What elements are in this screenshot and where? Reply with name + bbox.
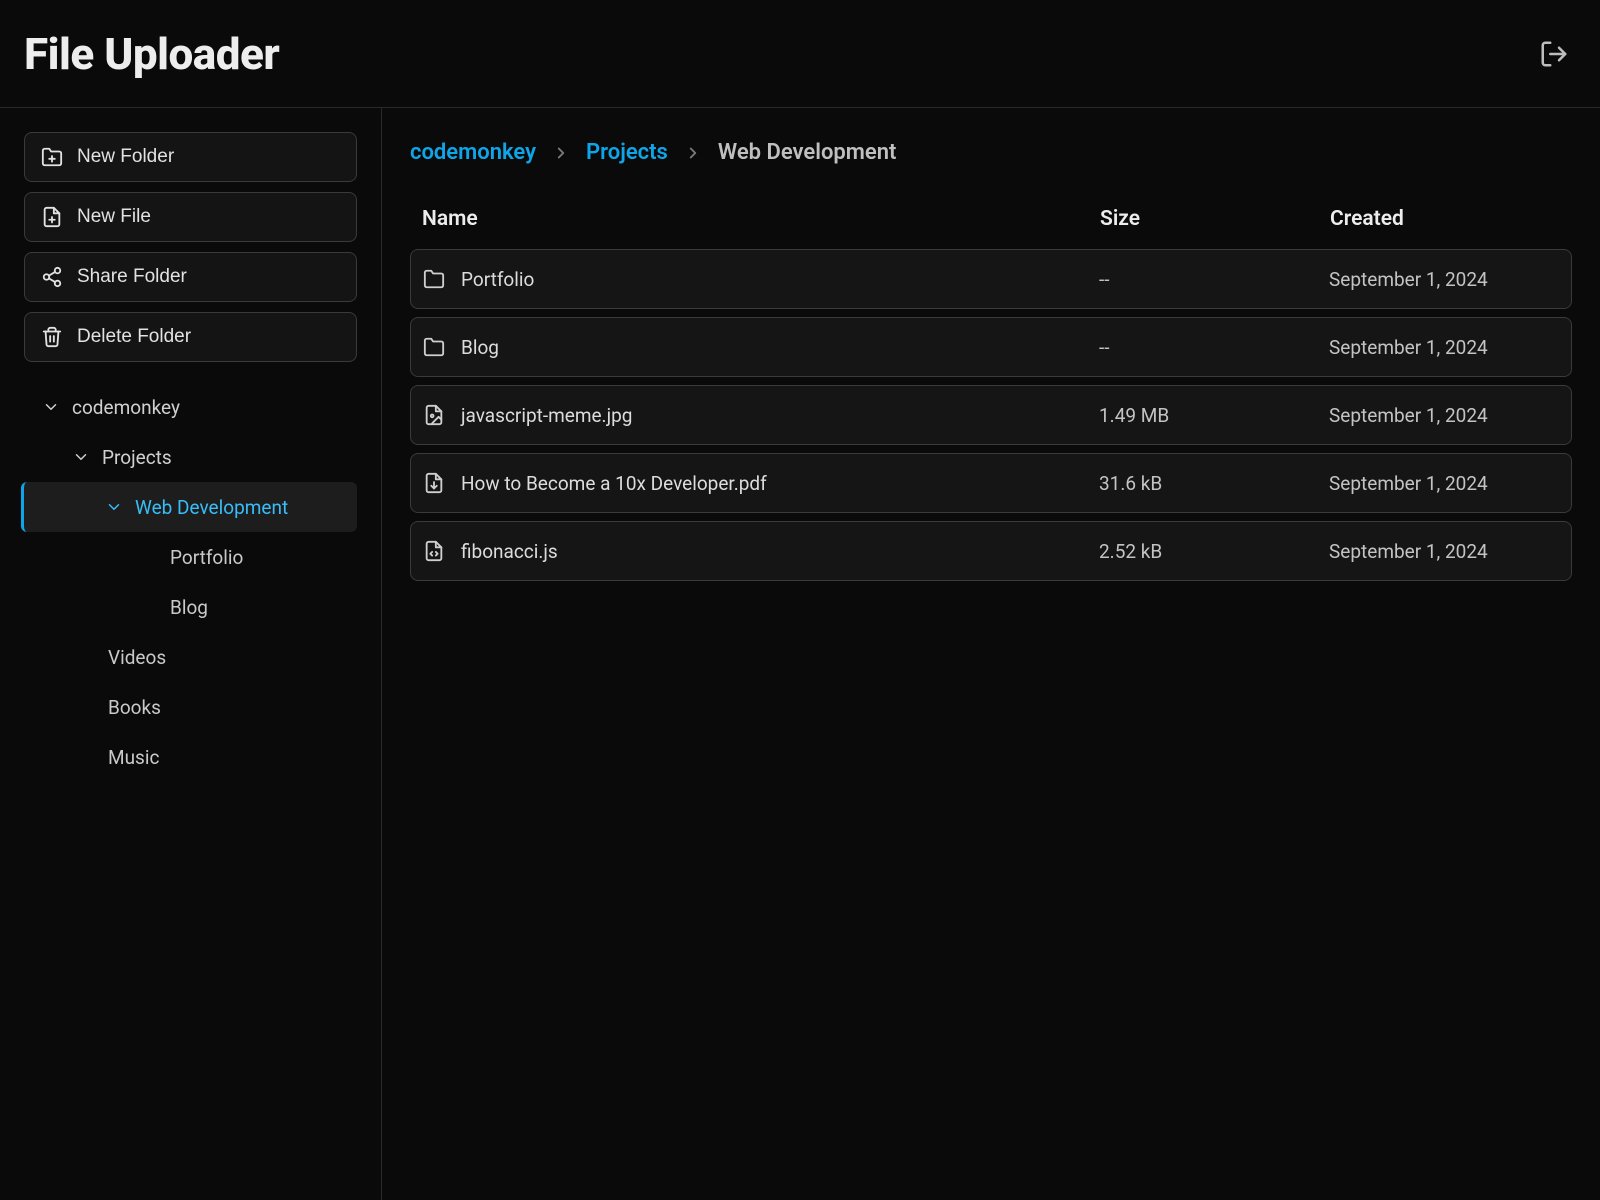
share-icon — [41, 266, 63, 288]
breadcrumb: codemonkey Projects Web Development — [410, 140, 1572, 165]
file-name: How to Become a 10x Developer.pdf — [461, 472, 767, 495]
tree-item-label: codemonkey — [72, 396, 180, 419]
file-list-header: Name Size Created — [410, 193, 1572, 249]
tree-item-root[interactable]: codemonkey — [24, 382, 357, 432]
tree-item-label: Portfolio — [170, 546, 243, 569]
code-file-icon — [423, 540, 445, 562]
column-name: Name — [422, 207, 1100, 231]
app-header: File Uploader — [0, 0, 1600, 108]
tree-item-books[interactable]: Books — [24, 682, 357, 732]
table-row[interactable]: javascript-meme.jpg 1.49 MB September 1,… — [410, 385, 1572, 445]
folder-tree: codemonkey Projects Web Development Port… — [24, 382, 357, 782]
tree-item-videos[interactable]: Videos — [24, 632, 357, 682]
file-name: Portfolio — [461, 268, 534, 291]
table-row[interactable]: How to Become a 10x Developer.pdf 31.6 k… — [410, 453, 1572, 513]
file-created: September 1, 2024 — [1329, 404, 1559, 427]
new-file-label: New File — [77, 206, 151, 228]
tree-item-label: Music — [108, 746, 159, 769]
table-row[interactable]: Portfolio -- September 1, 2024 — [410, 249, 1572, 309]
file-created: September 1, 2024 — [1329, 268, 1559, 291]
table-row[interactable]: Blog -- September 1, 2024 — [410, 317, 1572, 377]
file-created: September 1, 2024 — [1329, 540, 1559, 563]
pdf-file-icon — [423, 472, 445, 494]
file-created: September 1, 2024 — [1329, 336, 1559, 359]
logout-icon — [1539, 39, 1569, 69]
tree-item-blog[interactable]: Blog — [24, 582, 357, 632]
folder-icon — [423, 336, 445, 358]
tree-item-label: Books — [108, 696, 161, 719]
column-size: Size — [1100, 207, 1330, 231]
file-plus-icon — [41, 206, 63, 228]
app-title: File Uploader — [24, 28, 279, 80]
file-size: 2.52 kB — [1099, 540, 1329, 563]
chevron-down-icon — [72, 448, 90, 466]
folder-plus-icon — [41, 146, 63, 168]
tree-item-music[interactable]: Music — [24, 732, 357, 782]
tree-item-web-development[interactable]: Web Development — [21, 482, 357, 532]
tree-item-portfolio[interactable]: Portfolio — [24, 532, 357, 582]
chevron-down-icon — [42, 398, 60, 416]
new-folder-button[interactable]: New Folder — [24, 132, 357, 182]
delete-folder-label: Delete Folder — [77, 326, 191, 348]
trash-icon — [41, 326, 63, 348]
share-folder-label: Share Folder — [77, 266, 187, 288]
image-file-icon — [423, 404, 445, 426]
folder-icon — [423, 268, 445, 290]
breadcrumb-current: Web Development — [718, 140, 897, 165]
file-size: 31.6 kB — [1099, 472, 1329, 495]
sidebar: New Folder New File Share Folder Delete … — [0, 108, 382, 1200]
file-created: September 1, 2024 — [1329, 472, 1559, 495]
tree-item-projects[interactable]: Projects — [24, 432, 357, 482]
file-size: -- — [1099, 268, 1329, 291]
main-content: codemonkey Projects Web Development Name… — [382, 108, 1600, 1200]
file-size: -- — [1099, 336, 1329, 359]
tree-item-label: Projects — [102, 446, 172, 469]
file-name: fibonacci.js — [461, 540, 558, 563]
logout-button[interactable] — [1536, 36, 1572, 72]
delete-folder-button[interactable]: Delete Folder — [24, 312, 357, 362]
breadcrumb-projects[interactable]: Projects — [586, 140, 668, 165]
new-file-button[interactable]: New File — [24, 192, 357, 242]
chevron-right-icon — [552, 144, 570, 162]
tree-item-label: Web Development — [135, 496, 288, 519]
tree-item-label: Blog — [170, 596, 208, 619]
chevron-right-icon — [684, 144, 702, 162]
chevron-down-icon — [105, 498, 123, 516]
file-list: Portfolio -- September 1, 2024 Blog -- S… — [410, 249, 1572, 581]
breadcrumb-root[interactable]: codemonkey — [410, 140, 536, 165]
share-folder-button[interactable]: Share Folder — [24, 252, 357, 302]
file-name: Blog — [461, 336, 499, 359]
file-size: 1.49 MB — [1099, 404, 1329, 427]
table-row[interactable]: fibonacci.js 2.52 kB September 1, 2024 — [410, 521, 1572, 581]
new-folder-label: New Folder — [77, 146, 174, 168]
column-created: Created — [1330, 207, 1560, 231]
tree-item-label: Videos — [108, 646, 166, 669]
file-name: javascript-meme.jpg — [461, 404, 632, 427]
